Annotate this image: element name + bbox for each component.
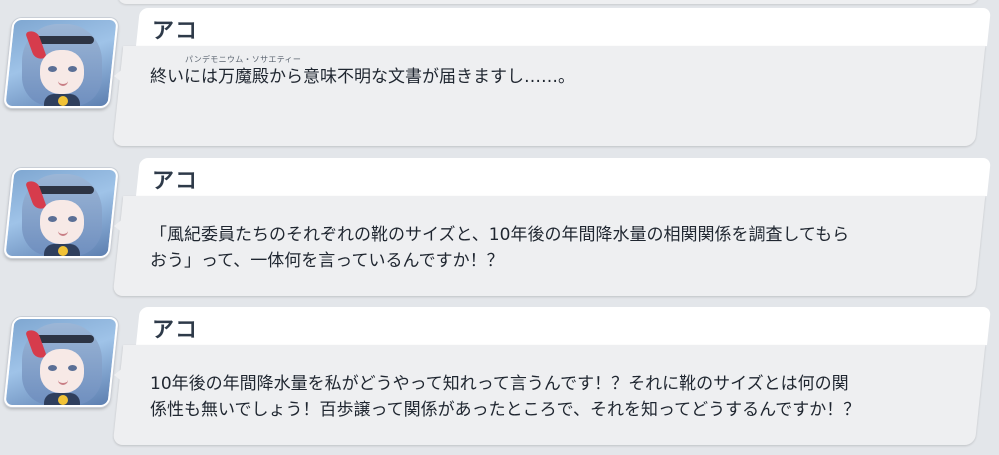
avatar-bell — [58, 246, 68, 256]
speaker-name: アコ — [152, 19, 199, 44]
message-line-1: 「風紀委員たちのそれぞれの靴のサイズと、10年後の年間降水量の相関関係を調査して… — [150, 225, 850, 245]
avatar-portrait — [10, 20, 112, 108]
message-line-2: 係性も無いでしょう！百歩譲って関係があったところで、それを知ってどうするんですか… — [150, 400, 861, 420]
avatar-face — [40, 349, 84, 393]
avatar-right-eye — [68, 66, 77, 72]
dialogue-message: アコ パンデモニウム・ソサエティー 終いには万魔殿から意味不明な文書が届きますし… — [0, 8, 999, 148]
bubble-tail — [114, 367, 124, 383]
dialogue-message: アコ 10年後の年間降水量を私がどうやって知れって言うんです！？それに靴のサイズ… — [0, 307, 999, 447]
avatar-face — [40, 200, 84, 244]
avatar-left-eye — [48, 216, 57, 222]
avatar-portrait — [10, 170, 112, 258]
message-line-1: 10年後の年間降水量を私がどうやって知れって言うんです！？それに靴のサイズとは何… — [150, 374, 849, 394]
message-text: 終いには万魔殿から意味不明な文書が届きますし……。 — [150, 67, 575, 87]
avatar-portrait — [10, 319, 112, 407]
speaker-avatar — [3, 317, 119, 407]
previous-message-bubble-edge — [116, 0, 982, 4]
avatar-face — [40, 50, 84, 94]
avatar-left-eye — [48, 66, 57, 72]
dialogue-message: アコ 「風紀委員たちのそれぞれの靴のサイズと、10年後の年間降水量の相関関係を調… — [0, 158, 999, 298]
speaker-avatar — [3, 18, 119, 108]
speaker-name-bar — [136, 158, 991, 196]
speaker-name-bar — [136, 307, 991, 345]
bubble-tail — [114, 218, 124, 234]
avatar-bell — [58, 395, 68, 405]
message-text: 10年後の年間降水量を私がどうやって知れって言うんです！？それに靴のサイズとは何… — [150, 371, 930, 423]
message-text: 「風紀委員たちのそれぞれの靴のサイズと、10年後の年間降水量の相関関係を調査して… — [150, 222, 930, 274]
speaker-name: アコ — [152, 318, 199, 343]
speaker-avatar — [3, 168, 119, 258]
bubble-tail — [114, 68, 124, 84]
speaker-name-bar — [136, 8, 991, 46]
avatar-right-eye — [68, 216, 77, 222]
message-line-2: おう」って、一体何を言っているんですか！？ — [150, 251, 504, 271]
speaker-name: アコ — [152, 169, 199, 194]
avatar-left-eye — [48, 365, 57, 371]
avatar-right-eye — [68, 365, 77, 371]
avatar-bell — [58, 96, 68, 106]
